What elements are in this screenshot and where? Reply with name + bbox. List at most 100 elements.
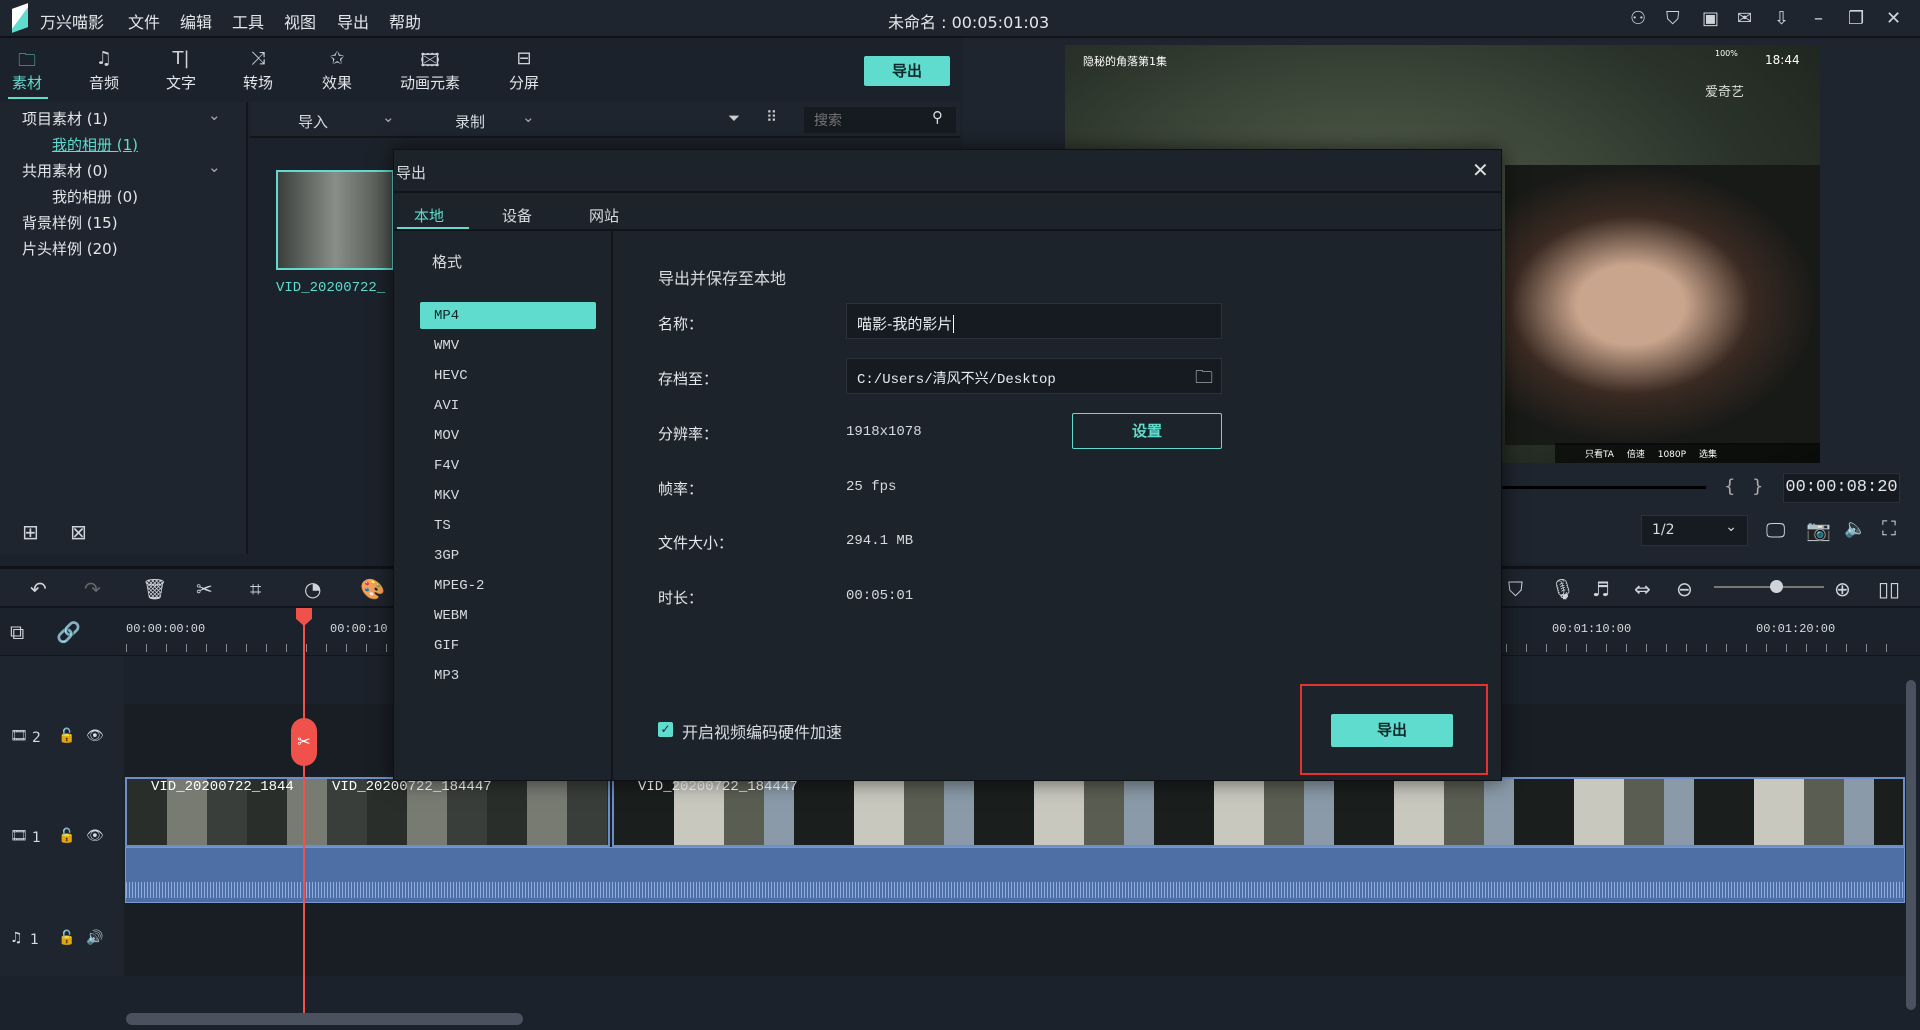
format-item-mkv[interactable]: MKV [434, 488, 459, 504]
sidebar-item-intros[interactable]: 片头样例 (20) [22, 238, 118, 259]
split-scissors-icon[interactable]: ✂ [291, 718, 317, 766]
speed-icon[interactable]: ◔ [304, 577, 321, 601]
settings-button[interactable]: 设置 [1072, 413, 1222, 449]
mark-out-icon[interactable]: } [1752, 476, 1763, 497]
eye-icon[interactable]: 👁 [86, 828, 104, 844]
format-item-mp4[interactable]: MP4 [434, 308, 459, 324]
format-item-mpeg-2[interactable]: MPEG-2 [434, 578, 484, 594]
delete-folder-icon[interactable]: ⊠ [70, 520, 87, 544]
lock-icon[interactable]: 🔓 [58, 728, 75, 744]
format-item-3gp[interactable]: 3GP [434, 548, 459, 564]
playhead[interactable] [303, 610, 305, 1013]
preview-progress-bar[interactable] [1502, 486, 1706, 489]
menu-view[interactable]: 视图 [284, 9, 316, 33]
snapshot-icon[interactable]: 📷 [1806, 518, 1831, 542]
new-folder-icon[interactable]: ⊞ [22, 520, 39, 544]
close-icon[interactable]: ✕ [1886, 8, 1901, 29]
export-button-top[interactable]: 导出 [864, 56, 950, 86]
sidebar-item-shared[interactable]: 共用素材 (0) [22, 160, 108, 181]
media-clip-name[interactable]: VID_20200722_ [276, 280, 385, 296]
name-input[interactable]: 喵影-我的影片 [846, 303, 1222, 339]
sidebar-item-backgrounds[interactable]: 背景样例 (15) [22, 212, 118, 233]
menu-file[interactable]: 文件 [128, 9, 160, 33]
cut-icon[interactable]: ✂ [196, 577, 213, 601]
format-item-gif[interactable]: GIF [434, 638, 459, 654]
mail-icon[interactable]: ✉ [1737, 8, 1752, 29]
menu-edit[interactable]: 编辑 [180, 9, 212, 33]
display-settings-icon[interactable]: 🖵 [1766, 518, 1785, 542]
lock-icon[interactable]: 🔓 [58, 828, 75, 844]
tab-media[interactable]: 🗀 素材 [0, 48, 57, 93]
minimize-icon[interactable]: – [1814, 8, 1823, 29]
sidebar-item-my-album[interactable]: 我的相册 (1) [52, 134, 138, 155]
zoom-slider-handle[interactable] [1770, 580, 1783, 593]
hw-acceleration-label[interactable]: 开启视频编码硬件加速 [682, 719, 842, 743]
tab-local[interactable]: 本地 [414, 205, 444, 226]
menu-help[interactable]: 帮助 [389, 9, 421, 33]
tab-split-screen[interactable]: ⊟ 分屏 [494, 48, 554, 93]
panel-layout-icon[interactable]: ▯▯ [1878, 577, 1900, 601]
format-item-f4v[interactable]: F4V [434, 458, 459, 474]
tab-transition[interactable]: ⤨ 转场 [228, 48, 288, 93]
microphone-icon[interactable]: 🎙 [1550, 577, 1575, 601]
sidebar-item-project[interactable]: 项目素材 (1) [22, 108, 108, 129]
format-item-hevc[interactable]: HEVC [434, 368, 468, 384]
format-item-webm[interactable]: WEBM [434, 608, 468, 624]
timeline-clip[interactable]: VID_20200722_184447 [612, 777, 1905, 847]
grid-icon[interactable]: ⠿ [766, 108, 777, 126]
undo-icon[interactable]: ↶ [30, 577, 47, 601]
format-item-avi[interactable]: AVI [434, 398, 459, 414]
speaker-icon[interactable]: 🔊 [86, 930, 103, 946]
tab-elements[interactable]: 🖾 动画元素 [390, 48, 470, 93]
chevron-down-icon[interactable]: ⌄ [208, 106, 221, 124]
tab-effects[interactable]: ✩ 效果 [307, 48, 367, 93]
sidebar-item-shared-album[interactable]: 我的相册 (0) [52, 186, 138, 207]
media-thumbnail[interactable] [276, 170, 394, 270]
export-button[interactable]: 导出 [1331, 714, 1453, 747]
format-item-mov[interactable]: MOV [434, 428, 459, 444]
lock-icon[interactable]: 🔓 [58, 930, 75, 946]
volume-icon[interactable]: 🔈 [1844, 518, 1866, 539]
tab-text[interactable]: T| 文字 [151, 48, 211, 93]
user-icon[interactable]: ⚇ [1630, 8, 1646, 29]
crop-icon[interactable]: ⌗ [250, 577, 261, 601]
color-icon[interactable]: 🎨 [360, 577, 385, 601]
fullscreen-icon[interactable]: ⛶ [1882, 516, 1896, 540]
record-dropdown[interactable]: 录制 [455, 111, 485, 132]
link-icon[interactable]: 🔗 [56, 620, 81, 644]
add-track-icon[interactable]: ⧉ [10, 620, 24, 644]
cart-icon[interactable]: ⛉ [1666, 8, 1680, 29]
delete-icon[interactable]: 🗑 [142, 577, 167, 601]
tab-website[interactable]: 网站 [589, 205, 619, 226]
filter-icon[interactable]: ⏷ [728, 109, 740, 127]
format-item-ts[interactable]: TS [434, 518, 451, 534]
path-input[interactable]: C:/Users/清风不兴/Desktop 🗀 [846, 358, 1222, 394]
save-icon[interactable]: ▣ [1702, 8, 1719, 29]
chevron-down-icon[interactable]: ⌄ [208, 158, 221, 176]
timeline-clip[interactable]: VID_20200722_1844 VID_20200722_184447 [125, 777, 610, 847]
menu-export[interactable]: 导出 [337, 9, 369, 33]
eye-icon[interactable]: 👁 [86, 728, 104, 744]
zoom-in-icon[interactable]: ⊕ [1834, 577, 1851, 601]
chevron-down-icon[interactable]: ⌄ [522, 108, 535, 126]
marker-icon[interactable]: ⛉ [1508, 577, 1523, 601]
timeline-horizontal-scrollbar[interactable] [126, 1013, 523, 1025]
download-icon[interactable]: ⇩ [1774, 8, 1789, 29]
import-dropdown[interactable]: 导入 [298, 111, 328, 132]
format-item-mp3[interactable]: MP3 [434, 668, 459, 684]
redo-icon[interactable]: ↷ [84, 577, 101, 601]
tab-device[interactable]: 设备 [502, 205, 532, 226]
quality-dropdown[interactable]: 1/2 ⌄ [1641, 515, 1748, 546]
audio-mix-icon[interactable]: ♬ [1592, 577, 1610, 601]
menu-tools[interactable]: 工具 [232, 9, 264, 33]
zoom-slider[interactable] [1714, 586, 1824, 588]
close-icon[interactable]: ✕ [1472, 158, 1489, 182]
restore-icon[interactable]: ❐ [1848, 8, 1864, 29]
folder-icon[interactable]: 🗀 [1195, 365, 1213, 395]
format-item-wmv[interactable]: WMV [434, 338, 459, 354]
mark-in-icon[interactable]: { [1724, 476, 1735, 497]
search-icon[interactable]: ⚲ [932, 108, 943, 126]
tab-audio[interactable]: ♫ 音频 [74, 48, 134, 93]
fit-timeline-icon[interactable]: ⇔ [1634, 577, 1651, 601]
zoom-out-icon[interactable]: ⊖ [1676, 577, 1693, 601]
